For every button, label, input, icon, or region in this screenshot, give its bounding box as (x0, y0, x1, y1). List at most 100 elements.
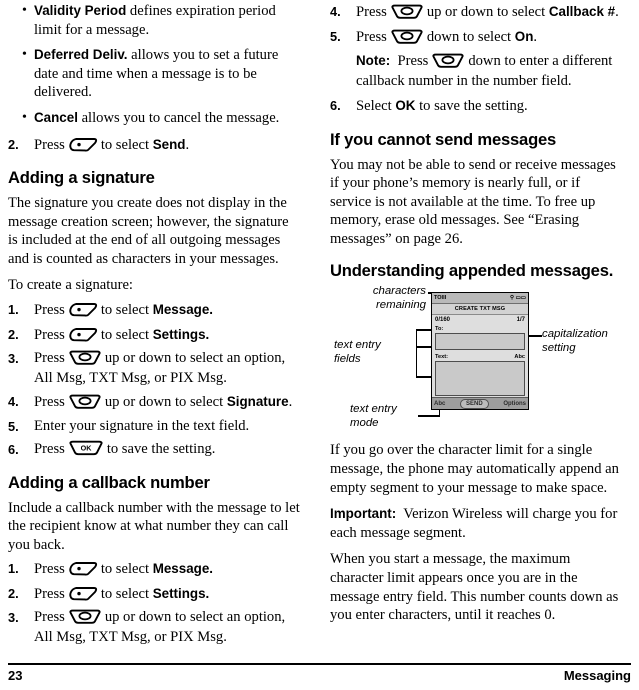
callback-step-list: 1. Press to select Message. 2. Press to sele… (8, 559, 301, 647)
leader-line-fields-v (416, 329, 418, 378)
step: 1. Press to select Message. (8, 559, 301, 580)
select-key-icon (68, 302, 98, 317)
signature-step-list: 1. Press to select Message. 2. Press to sele… (8, 300, 301, 460)
list-item: • Deferred Deliv. allows you to set a fut… (8, 46, 301, 102)
step-number: 3. (8, 610, 19, 626)
bullet-text: allows you to cancel the message. (77, 109, 280, 126)
softkey-left[interactable]: Abc (434, 401, 445, 407)
step-text: Press (34, 585, 65, 602)
svg-text:OK: OK (80, 443, 92, 452)
phone-text-label-row: Text: Abc (432, 353, 528, 362)
step-text: to save the setting. (419, 98, 528, 114)
step: 4. Press up or down to select Signature. (8, 392, 301, 413)
heading-appended-period: . (608, 261, 614, 281)
paragraph-callback: Include a callback number with the messa… (8, 499, 300, 553)
step: 1. Press to select Message. (8, 300, 301, 321)
step-bold: Signature (226, 394, 289, 410)
nav-key-icon (431, 53, 465, 68)
footer-divider (8, 663, 631, 665)
select-key-icon (68, 137, 98, 152)
step: 2. Press to select Settings. (8, 325, 301, 346)
heading-appended-text: Understanding appended messages (330, 261, 609, 281)
text-label: Text: (435, 354, 448, 361)
step-bold: On (514, 28, 534, 44)
step-number: 2. (8, 136, 19, 152)
step-text: down to select (426, 28, 512, 45)
bullet-dot: • (22, 47, 27, 63)
step-text: . (615, 4, 619, 20)
phone-char-counter: 0/160 1/7 (432, 315, 528, 326)
phone-to-label-row: To: (432, 325, 528, 334)
segment-count: 1/7 (516, 317, 525, 324)
step-text: Press (34, 394, 65, 411)
phone-status-bar: TOIII ⚲ ▭▭ (432, 293, 528, 305)
bullet-list: • Validity Period defines expiration peri… (8, 2, 301, 128)
step-text: Press (34, 302, 65, 319)
step-text: . (533, 28, 538, 45)
heading-appended-messages: Understanding appended messages. (330, 261, 623, 281)
step: 3. Press up or down to select an option, Al… (8, 608, 301, 647)
note-text: Press (397, 53, 429, 69)
step-bold: Message. (152, 302, 213, 318)
leader-line-mode-h (418, 415, 440, 417)
step-text: . (288, 394, 293, 411)
step-text: to select (100, 326, 150, 343)
heading-cannot-send: If you cannot send messages (330, 129, 557, 149)
step-text: Select (356, 98, 392, 114)
softkey-send[interactable]: SEND (460, 398, 489, 409)
step-text: to select (100, 585, 150, 602)
paragraph-max-limit: When you start a message, the maximum ch… (330, 551, 619, 624)
step-text: up or down to select an option, (104, 350, 286, 367)
step-text: Enter your signature in the text field. (34, 417, 250, 434)
phone-to-field[interactable] (435, 333, 525, 351)
step-text: to save the setting. (106, 441, 216, 458)
step-bold: Settings. (152, 326, 210, 342)
step-text: Press (34, 441, 65, 458)
paragraph-cannot-send: You may not be able to send or receive m… (330, 156, 616, 247)
step-text: up or down to select (104, 394, 224, 411)
step: 5. Enter your signature in the text field… (8, 417, 301, 437)
list-item: • Cancel allows you to cancel the message… (8, 109, 301, 128)
page-section-label: Messaging (563, 668, 631, 683)
callout-characters-remaining: characters remaining (372, 285, 426, 311)
bullet-term: Deferred Deliv. (34, 47, 128, 63)
step-number: 6. (330, 98, 341, 113)
select-key-icon (68, 586, 98, 601)
step-number: 5. (330, 28, 341, 44)
step: 5. Press down to select On. (330, 27, 623, 48)
list-item: • Validity Period defines expiration peri… (8, 2, 301, 39)
note-text-cont: down to enter a different callback numbe… (356, 53, 613, 89)
paragraph-to-create: To create a signature: (8, 277, 133, 294)
page-number: 23 (8, 668, 23, 683)
step-bold: Callback # (548, 4, 616, 19)
nav-key-icon (68, 609, 102, 625)
manual-page: • Validity Period defines expiration peri… (0, 0, 639, 690)
char-count: 0/160 (435, 317, 451, 324)
step-bold: Message. (152, 561, 213, 577)
signal-icon: TOIII (434, 295, 447, 302)
nav-key-icon (68, 394, 102, 409)
note-block: Note: Press down to enter a different cal… (330, 51, 623, 91)
step-number: 5. (8, 418, 19, 434)
step-text: Press (34, 561, 65, 578)
step-number: 1. (8, 561, 19, 577)
step-text: to select (100, 136, 150, 153)
step-bold: Send (152, 136, 186, 152)
step: 6. Press OK to save the setting. (8, 440, 301, 460)
phone-text-field[interactable] (435, 361, 525, 397)
step-number: 2. (8, 585, 19, 601)
callback-step-list-continued: 4. Press up or down to select Callback #. … (330, 2, 623, 117)
step-bold: Settings. (152, 585, 210, 601)
phone-screen: TOIII ⚲ ▭▭ CREATE TXT MSG 0/160 1/7 To: … (431, 292, 529, 411)
step-text: up or down to select an option, (104, 609, 286, 626)
step: 2. Press to select Settings. (8, 584, 301, 605)
step-ok: 6. Select OK to save the setting. (330, 96, 623, 117)
softkey-options[interactable]: Options (503, 401, 526, 407)
phone-title-bar: CREATE TXT MSG (432, 304, 528, 316)
step-text-line2: All Msg, TXT Msg, or PIX Msg. (34, 628, 227, 645)
bullet-term: Cancel (34, 109, 78, 125)
right-column: 4. Press up or down to select Callback #. … (330, 0, 623, 633)
step-number: 2. (8, 326, 19, 342)
step-text: Press (34, 609, 65, 626)
step-text: . (185, 136, 190, 153)
